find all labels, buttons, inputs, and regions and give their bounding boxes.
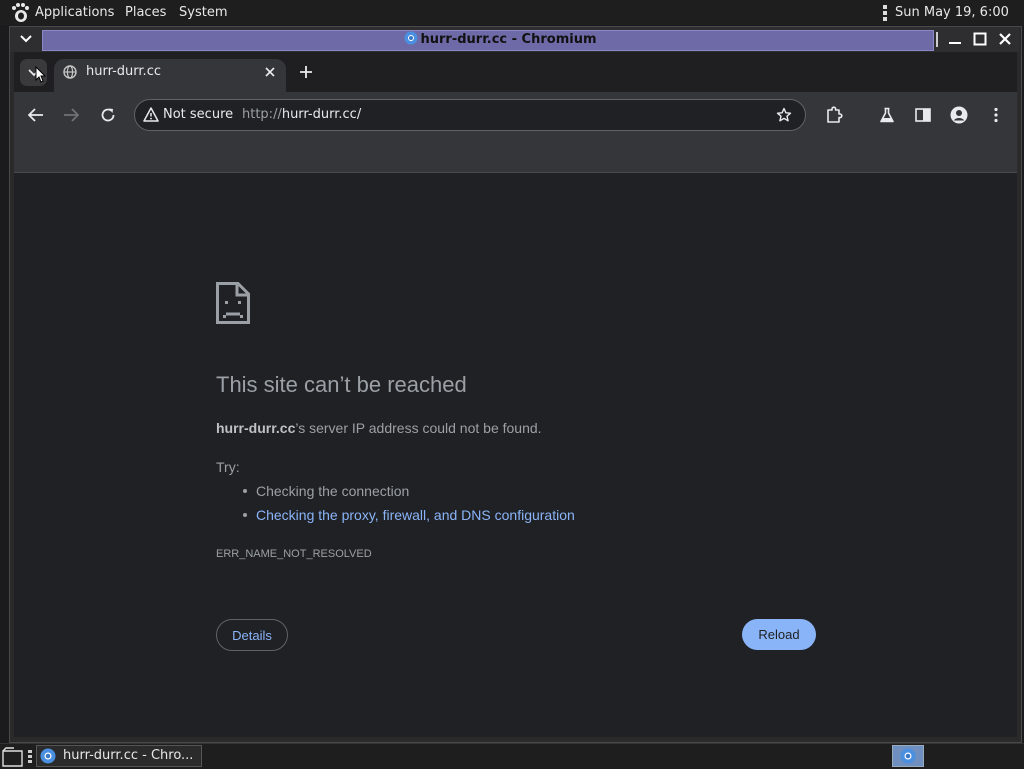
chromium-icon xyxy=(404,31,417,45)
extensions-button[interactable] xyxy=(820,101,848,129)
star-icon xyxy=(776,107,792,122)
gnome-foot-icon[interactable] xyxy=(10,2,30,23)
suggestion-check-proxy-link[interactable]: Checking the proxy, firewall, and DNS co… xyxy=(256,506,575,524)
warning-icon[interactable] xyxy=(143,107,159,122)
bullet-dot xyxy=(243,489,247,493)
labs-button[interactable] xyxy=(873,101,901,129)
close-window-button[interactable] xyxy=(994,29,1016,49)
bookmark-star-button[interactable] xyxy=(770,101,798,129)
window-title: hurr-durr.cc - Chromium xyxy=(420,32,597,47)
kebab-menu-icon xyxy=(994,107,998,123)
close-icon xyxy=(265,67,275,77)
chrome-menu-button[interactable] xyxy=(982,101,1010,129)
sad-document-icon xyxy=(216,282,250,324)
window-title-wrap: hurr-durr.cc - Chromium xyxy=(0,30,1000,49)
arrow-left-icon xyxy=(28,108,43,122)
panel-handle-icon xyxy=(883,5,887,21)
url-host: hurr-durr.cc/ xyxy=(281,107,362,122)
minimize-icon xyxy=(949,42,961,44)
omnibox[interactable] xyxy=(134,99,806,131)
close-tab-button[interactable] xyxy=(262,64,278,80)
back-button[interactable] xyxy=(22,101,50,129)
try-label: Try: xyxy=(216,459,240,475)
bookmarks-bar xyxy=(14,138,1017,173)
error-code: ERR_NAME_NOT_RESOLVED xyxy=(216,548,372,560)
new-tab-button[interactable] xyxy=(295,62,317,82)
minimize-button[interactable] xyxy=(944,29,966,49)
error-heading: This site can’t be reached xyxy=(216,372,467,397)
places-menu[interactable]: Places xyxy=(125,0,166,25)
details-button[interactable]: Details xyxy=(216,619,288,651)
error-message: hurr-durr.cc’s server IP address could n… xyxy=(216,419,542,437)
top-panel: Applications Places System Sun May 19, 6… xyxy=(0,0,1024,45)
page-content xyxy=(14,173,1017,737)
applications-menu[interactable]: Applications xyxy=(35,0,114,25)
chromium-icon xyxy=(40,748,56,764)
title-separator xyxy=(936,32,938,47)
bullet-dot xyxy=(243,513,247,517)
url-text[interactable]: http://hurr-durr.cc/ xyxy=(242,106,361,124)
chromium-icon xyxy=(900,748,916,764)
workspace-switcher[interactable] xyxy=(892,745,924,767)
flask-icon xyxy=(880,107,894,123)
side-panel-button[interactable] xyxy=(909,101,937,129)
error-message-suffix: ’s server IP address could not be found. xyxy=(295,420,542,436)
suggestion-check-connection: Checking the connection xyxy=(256,483,410,499)
maximize-button[interactable] xyxy=(969,29,991,49)
panel-handle-icon xyxy=(28,750,32,763)
globe-icon xyxy=(63,65,77,79)
forward-button[interactable] xyxy=(57,101,85,129)
system-menu[interactable]: System xyxy=(179,0,227,25)
taskbar-item-label: hurr-durr.cc - Chro... xyxy=(63,748,194,763)
reload-button[interactable]: Reload xyxy=(742,619,816,650)
puzzle-icon xyxy=(827,106,843,123)
url-scheme: http:// xyxy=(242,107,282,122)
arrow-right-icon xyxy=(64,108,79,122)
refresh-icon xyxy=(101,108,115,122)
side-panel-icon xyxy=(915,108,931,122)
clock[interactable]: Sun May 19, 6:00 AM xyxy=(895,0,1024,45)
reload-toolbar-button[interactable] xyxy=(94,101,122,129)
security-label[interactable]: Not secure xyxy=(163,106,233,124)
plus-icon xyxy=(300,66,312,78)
error-host: hurr-durr.cc xyxy=(216,420,296,436)
avatar-icon xyxy=(950,106,968,124)
show-desktop-icon[interactable] xyxy=(2,747,24,767)
maximize-icon xyxy=(973,32,987,46)
tab-title: hurr-durr.cc xyxy=(86,64,161,79)
close-icon xyxy=(999,33,1011,45)
profile-button[interactable] xyxy=(945,101,973,129)
mouse-cursor-icon xyxy=(35,66,47,83)
